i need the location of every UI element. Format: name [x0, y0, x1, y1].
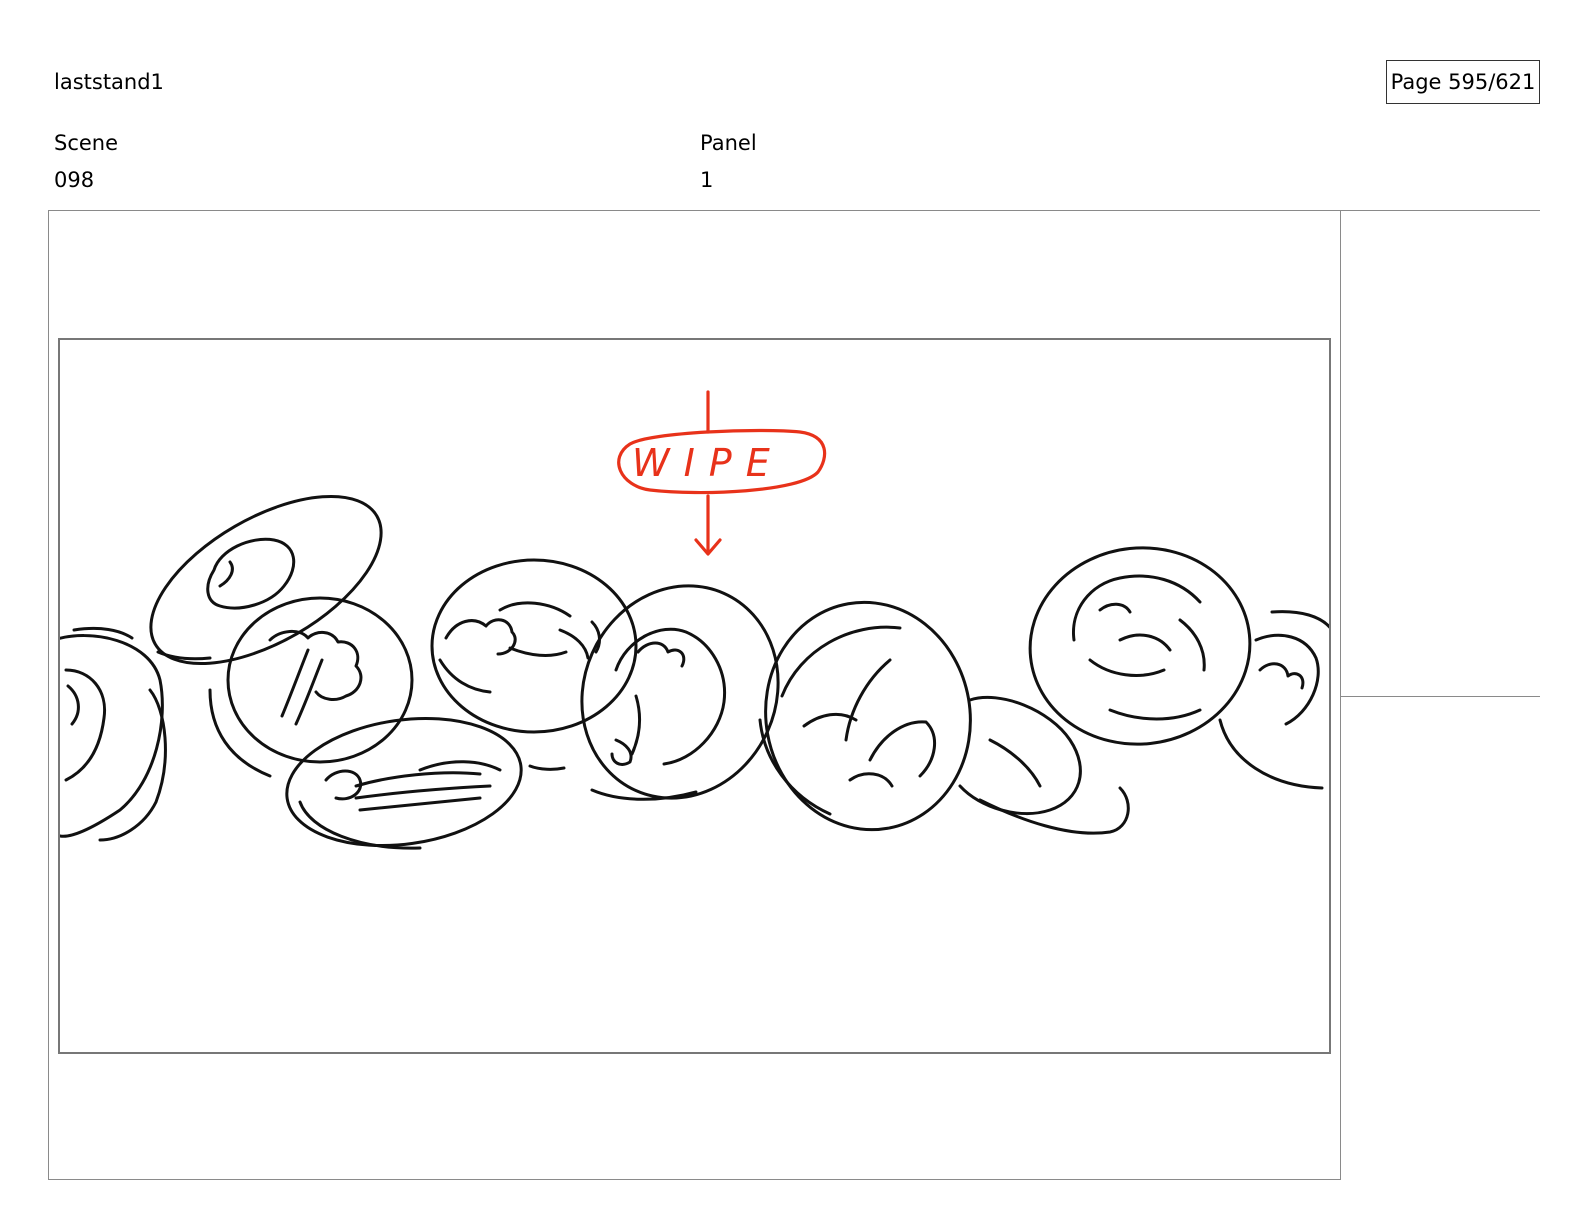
notes-divider — [1341, 696, 1540, 697]
scene-label: Scene — [54, 131, 119, 155]
panel-label: Panel — [700, 131, 757, 155]
panel-value: 1 — [700, 168, 714, 192]
coins-sketch — [60, 494, 1329, 850]
page-indicator: Page 595/621 — [1386, 60, 1540, 104]
storyboard-sketch: WIPE — [60, 390, 1329, 850]
project-title: laststand1 — [54, 70, 164, 94]
wipe-label: WIPE — [632, 441, 784, 485]
scene-value: 098 — [54, 168, 95, 192]
storyboard-image: WIPE — [58, 338, 1331, 1054]
